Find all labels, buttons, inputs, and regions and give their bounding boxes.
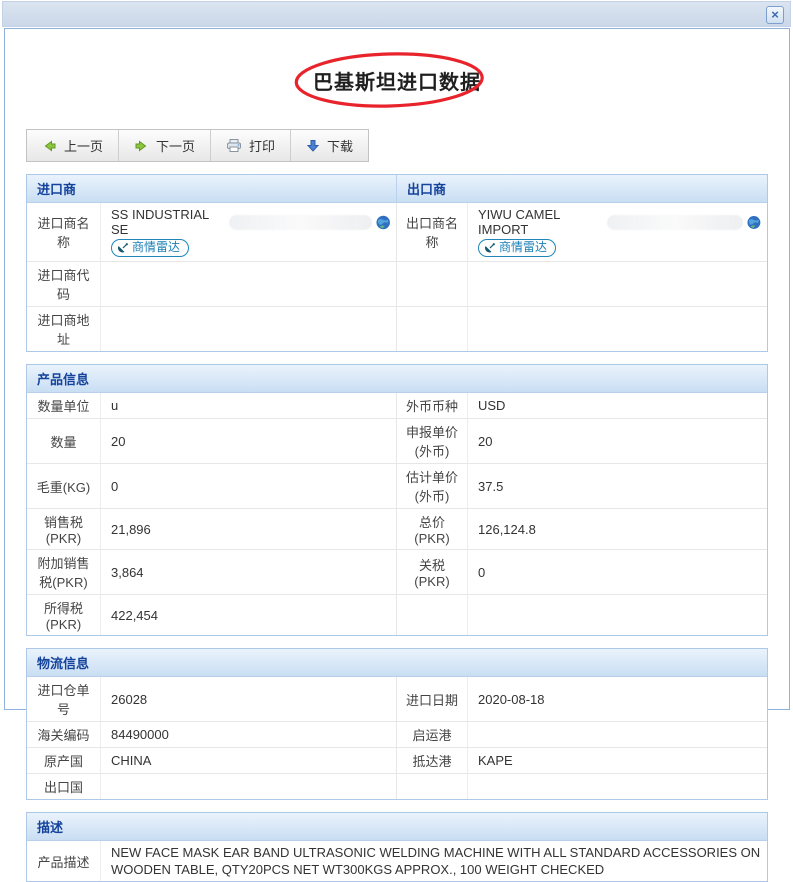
logistics-section: 物流信息 进口仓单号 26028 进口日期 2020-08-18 海关编码 84… [26, 648, 768, 800]
field-label: 数量单位 [27, 393, 101, 418]
importer-code-label: 进口商代码 [27, 261, 101, 306]
field-label: 外币币种 [397, 393, 468, 418]
globe-icon[interactable] [376, 215, 390, 230]
arrow-left-icon [42, 139, 57, 153]
field-value: 0 [101, 463, 397, 508]
field-value: 26028 [101, 677, 397, 721]
exporter-name-cell: YIWU CAMEL IMPORT [468, 203, 767, 261]
description-section-title: 描述 [27, 813, 767, 841]
field-label: 进口日期 [397, 677, 468, 721]
field-value: 37.5 [468, 463, 767, 508]
importer-exporter-section: 进口商 出口商 进口商名称 SS INDUSTRIAL SE [26, 174, 768, 352]
field-value: 20 [468, 418, 767, 463]
field-label: 毛重(KG) [27, 463, 101, 508]
next-page-label: 下一页 [156, 136, 195, 155]
exporter-empty-label [397, 306, 468, 351]
exporter-section-title: 出口商 [397, 175, 767, 202]
field-value: 0 [468, 549, 767, 594]
field-label: 销售税(PKR) [27, 508, 101, 549]
field-value [468, 773, 767, 799]
description-section: 描述 产品描述 NEW FACE MASK EAR BAND ULTRASONI… [26, 812, 768, 882]
field-label: 启运港 [397, 721, 468, 747]
exporter-empty-label [397, 261, 468, 306]
arrow-right-icon [134, 139, 149, 153]
importer-name-value: SS INDUSTRIAL SE [111, 207, 225, 237]
importer-name-cell: SS INDUSTRIAL SE [101, 203, 397, 261]
exporter-radar-label: 商情雷达 [499, 240, 547, 255]
field-label: 估计单价(外币) [397, 463, 468, 508]
field-label: 抵达港 [397, 747, 468, 773]
field-value: 84490000 [101, 721, 397, 747]
dialog-window: × 巴基斯坦进口数据 上一页 下一页 [0, 0, 793, 712]
product-description-value: NEW FACE MASK EAR BAND ULTRASONIC WELDIN… [101, 841, 767, 881]
field-label: 申报单价(外币) [397, 418, 468, 463]
field-value [468, 721, 767, 747]
field-label [397, 594, 468, 635]
importer-radar-label: 商情雷达 [132, 240, 180, 255]
radar-icon [117, 242, 129, 254]
field-label: 原产国 [27, 747, 101, 773]
field-value: 20 [101, 418, 397, 463]
product-info-section: 产品信息 数量单位 u 外币币种 USD 数量 20 申报单价(外币) 20 毛… [26, 364, 768, 636]
arrow-down-icon [306, 139, 320, 153]
importer-exporter-table: 进口商名称 SS INDUSTRIAL SE [27, 203, 767, 351]
download-button[interactable]: 下载 [291, 130, 368, 161]
field-value [101, 773, 397, 799]
description-table: 产品描述 NEW FACE MASK EAR BAND ULTRASONIC W… [27, 841, 767, 881]
prev-page-label: 上一页 [64, 136, 103, 155]
exporter-empty-value [468, 306, 767, 351]
page-title: 巴基斯坦进口数据 [313, 66, 481, 95]
exporter-name-value: YIWU CAMEL IMPORT [478, 207, 603, 237]
importer-address-label: 进口商地址 [27, 306, 101, 351]
field-value: 2020-08-18 [468, 677, 767, 721]
exporter-empty-value [468, 261, 767, 306]
redaction-blur [229, 215, 371, 230]
field-label: 数量 [27, 418, 101, 463]
product-section-title: 产品信息 [27, 365, 767, 393]
field-label: 附加销售税(PKR) [27, 549, 101, 594]
field-value: 3,864 [101, 549, 397, 594]
importer-address-value [101, 306, 397, 351]
printer-icon [226, 138, 242, 153]
product-info-table: 数量单位 u 外币币种 USD 数量 20 申报单价(外币) 20 毛重(KG)… [27, 393, 767, 635]
field-value: KAPE [468, 747, 767, 773]
print-button[interactable]: 打印 [211, 130, 291, 161]
globe-icon[interactable] [747, 215, 761, 230]
field-value: USD [468, 393, 767, 418]
importer-name-label: 进口商名称 [27, 203, 101, 261]
logistics-section-title: 物流信息 [27, 649, 767, 677]
exporter-name-label: 出口商名称 [397, 203, 468, 261]
field-label [397, 773, 468, 799]
exporter-radar-badge[interactable]: 商情雷达 [478, 239, 556, 257]
page-title-area: 巴基斯坦进口数据 [26, 49, 768, 111]
print-label: 打印 [249, 136, 275, 155]
importer-exporter-headers: 进口商 出口商 [27, 175, 767, 203]
download-label: 下载 [327, 136, 353, 155]
importer-radar-badge[interactable]: 商情雷达 [111, 239, 189, 257]
field-label: 出口国 [27, 773, 101, 799]
dialog-titlebar: × [2, 1, 791, 27]
field-value: 126,124.8 [468, 508, 767, 549]
close-icon[interactable]: × [766, 6, 784, 24]
field-label: 关税(PKR) [397, 549, 468, 594]
field-label: 海关编码 [27, 721, 101, 747]
field-value: u [101, 393, 397, 418]
importer-section-title: 进口商 [27, 175, 397, 202]
next-page-button[interactable]: 下一页 [119, 130, 211, 161]
logistics-table: 进口仓单号 26028 进口日期 2020-08-18 海关编码 8449000… [27, 677, 767, 799]
product-description-label: 产品描述 [27, 841, 101, 881]
field-value: 21,896 [101, 508, 397, 549]
radar-icon [484, 242, 496, 254]
prev-page-button[interactable]: 上一页 [27, 130, 119, 161]
field-label: 总价(PKR) [397, 508, 468, 549]
field-value [468, 594, 767, 635]
field-value: 422,454 [101, 594, 397, 635]
field-value: CHINA [101, 747, 397, 773]
dialog-content: 巴基斯坦进口数据 上一页 下一页 打印 [4, 28, 790, 710]
importer-code-value [101, 261, 397, 306]
redaction-blur [607, 215, 743, 230]
toolbar: 上一页 下一页 打印 下载 [26, 129, 369, 162]
field-label: 所得税(PKR) [27, 594, 101, 635]
field-label: 进口仓单号 [27, 677, 101, 721]
